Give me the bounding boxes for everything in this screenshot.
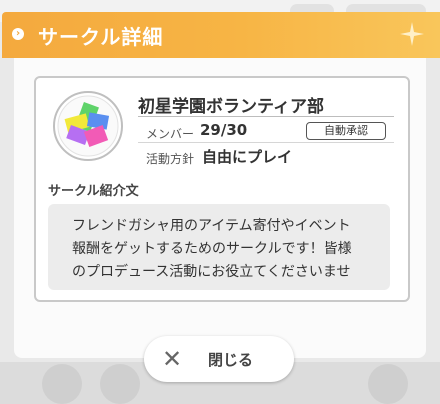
- circle-name: 初星学園ボランティア部: [138, 97, 324, 117]
- intro-label: サークル紹介文: [48, 184, 139, 199]
- divider: [138, 116, 394, 117]
- arrow-right-icon: ›: [12, 28, 24, 40]
- dialog-header: › サークル詳細: [2, 12, 440, 58]
- close-icon: ✕: [162, 345, 183, 373]
- sparkle-icon: [400, 22, 424, 46]
- close-label: 閉じる: [208, 351, 254, 369]
- member-label: メンバー: [146, 127, 195, 141]
- intro-line: のプロデュース活動にお役立てくださいませ: [72, 264, 351, 280]
- home-icon: [42, 364, 82, 404]
- menu-icon: [368, 364, 408, 404]
- divider: [138, 142, 394, 143]
- intro-line: フレンドガシャ用のアイテム寄付やイベント: [72, 218, 351, 234]
- close-button[interactable]: ✕ 閉じる: [144, 336, 294, 382]
- member-count: 29/30: [200, 121, 248, 139]
- dialog-title: サークル詳細: [38, 25, 164, 49]
- policy-value: 自由にプレイ: [202, 148, 293, 166]
- policy-label: 活動方針: [146, 152, 195, 166]
- circle-emblem-icon: [53, 91, 123, 161]
- auto-approval-badge: 自動承認: [306, 122, 386, 140]
- intro-line: 報酬をゲットするためのサークルです！皆様: [72, 241, 352, 257]
- nav-icon: [100, 364, 140, 404]
